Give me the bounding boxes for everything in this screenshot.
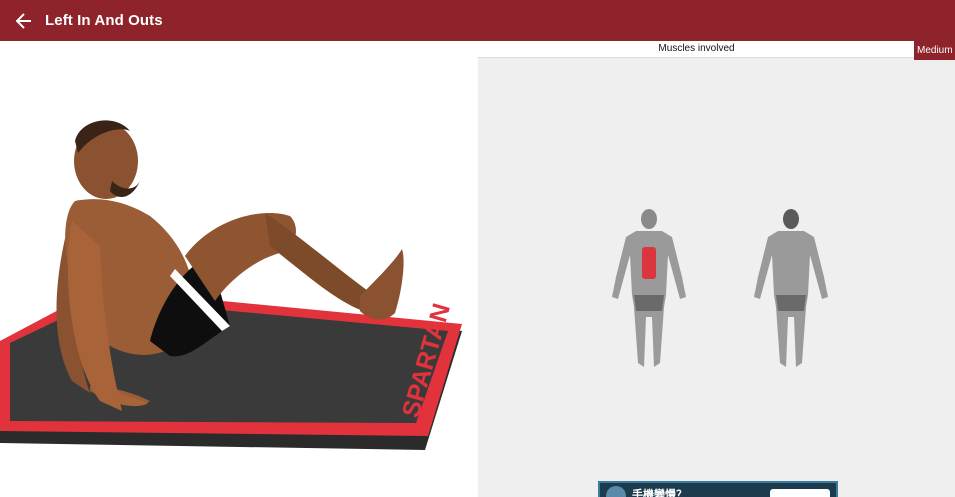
difficulty-badge: Medium xyxy=(914,41,955,60)
muscles-panel: Muscles involved Medium 手機變慢？ xyxy=(478,41,955,497)
exercise-illustration: SPARTAN xyxy=(0,41,478,497)
page-title: Left In And Outs xyxy=(45,12,163,29)
muscles-involved-label: Muscles involved xyxy=(478,41,915,58)
front-muscle-figure xyxy=(612,209,686,367)
ad-text: 手機變慢？ xyxy=(632,489,687,497)
app-bar: Left In And Outs xyxy=(0,0,955,41)
ad-banner[interactable]: 手機變慢？ xyxy=(598,481,838,497)
arrow-left-icon xyxy=(16,12,31,29)
ad-icon xyxy=(606,486,626,497)
back-button[interactable] xyxy=(15,12,33,30)
back-muscle-figure xyxy=(754,209,828,367)
ad-button[interactable] xyxy=(770,489,830,497)
